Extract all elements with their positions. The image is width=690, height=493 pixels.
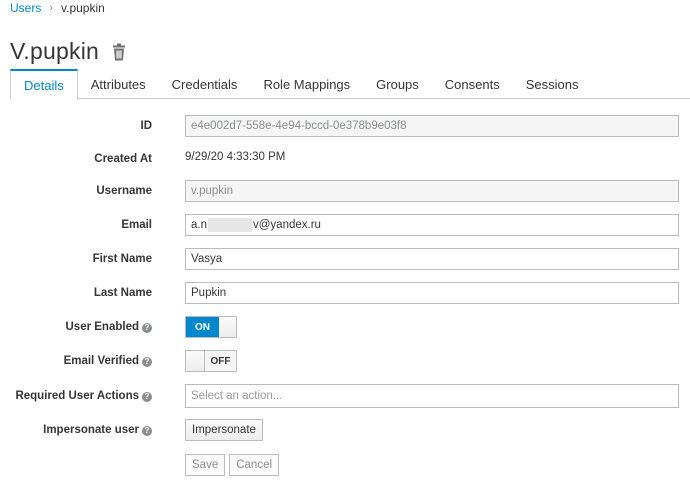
tab-role-mappings[interactable]: Role Mappings	[250, 69, 363, 99]
email-verified-row: Email Verified? OFF	[0, 350, 690, 372]
id-label: ID	[140, 120, 153, 132]
first-name-label: First Name	[92, 253, 152, 265]
first-name-row: First Name Vasya	[0, 248, 690, 270]
required-actions-row: Required User Actions? Select an action.…	[0, 384, 690, 408]
form-actions-row: Save Cancel	[0, 454, 690, 476]
username-field[interactable]: v.pupkin	[185, 180, 679, 202]
last-name-label: Last Name	[93, 287, 152, 299]
help-icon[interactable]: ?	[142, 323, 152, 333]
breadcrumb-current: v.pupkin	[61, 1, 105, 15]
last-name-row: Last Name Pupkin	[0, 282, 690, 304]
email-field[interactable]: a.n v@yandex.ru	[185, 214, 679, 236]
created-at-row: Created At 9/29/20 4:33:30 PM	[0, 148, 690, 170]
tab-attributes[interactable]: Attributes	[78, 69, 159, 99]
id-row: ID e4e002d7-558e-4e94-bccd-0e378b9e03f8	[0, 115, 690, 137]
user-enabled-label: User Enabled?	[0, 321, 152, 333]
username-label: Username	[96, 185, 152, 197]
help-icon[interactable]: ?	[142, 392, 152, 402]
impersonate-row: Impersonate user? Impersonate	[0, 419, 690, 441]
email-row: Email a.n v@yandex.ru	[0, 214, 690, 236]
required-actions-select[interactable]: Select an action...	[185, 384, 679, 408]
toggle-on-label: ON	[186, 317, 219, 337]
tab-details[interactable]: Details	[10, 69, 78, 100]
title-row: V.pupkin	[10, 38, 127, 65]
email-verified-label-text: Email Verified	[63, 355, 139, 367]
tab-groups[interactable]: Groups	[363, 69, 432, 99]
email-value-prefix: a.n	[191, 219, 207, 231]
impersonate-label-text: Impersonate user	[43, 424, 139, 436]
redacted-block	[208, 218, 252, 232]
cancel-button[interactable]: Cancel	[229, 454, 280, 476]
user-details-page: Users › v.pupkin V.pupkin Details Attrib…	[0, 0, 690, 493]
impersonate-button[interactable]: Impersonate	[185, 419, 263, 441]
tab-bar: Details Attributes Credentials Role Mapp…	[10, 69, 690, 100]
breadcrumb: Users › v.pupkin	[10, 1, 105, 15]
required-actions-label-text: Required User Actions	[15, 390, 139, 402]
user-enabled-row: User Enabled? ON	[0, 316, 690, 338]
page-title: V.pupkin	[10, 38, 99, 64]
username-row: Username v.pupkin	[0, 180, 690, 202]
toggle-knob	[186, 351, 205, 371]
tab-consents[interactable]: Consents	[432, 69, 513, 99]
form-actions: Save Cancel	[185, 454, 280, 476]
save-button[interactable]: Save	[185, 454, 226, 476]
chevron-right-icon: ›	[49, 2, 54, 14]
user-enabled-label-text: User Enabled	[65, 321, 140, 333]
email-value-suffix: v@yandex.ru	[253, 219, 321, 231]
trash-icon[interactable]	[111, 43, 127, 61]
first-name-field[interactable]: Vasya	[185, 248, 679, 270]
required-actions-label: Required User Actions?	[0, 390, 152, 402]
impersonate-control: Impersonate	[185, 419, 263, 441]
id-field[interactable]: e4e002d7-558e-4e94-bccd-0e378b9e03f8	[185, 115, 679, 137]
last-name-field[interactable]: Pupkin	[185, 282, 679, 304]
tab-sessions[interactable]: Sessions	[513, 69, 592, 99]
user-enabled-toggle[interactable]: ON	[185, 316, 237, 338]
created-at-value: 9/29/20 4:33:30 PM	[185, 151, 286, 163]
email-label: Email	[121, 219, 152, 231]
email-verified-label: Email Verified?	[0, 355, 152, 367]
toggle-knob	[219, 317, 236, 337]
toggle-off-label: OFF	[205, 351, 236, 371]
created-at-label: Created At	[94, 153, 152, 165]
help-icon[interactable]: ?	[142, 426, 152, 436]
help-icon[interactable]: ?	[142, 357, 152, 367]
impersonate-label: Impersonate user?	[0, 424, 152, 436]
tab-credentials[interactable]: Credentials	[159, 69, 251, 99]
email-verified-toggle[interactable]: OFF	[185, 350, 237, 372]
breadcrumb-users-link[interactable]: Users	[10, 1, 41, 15]
